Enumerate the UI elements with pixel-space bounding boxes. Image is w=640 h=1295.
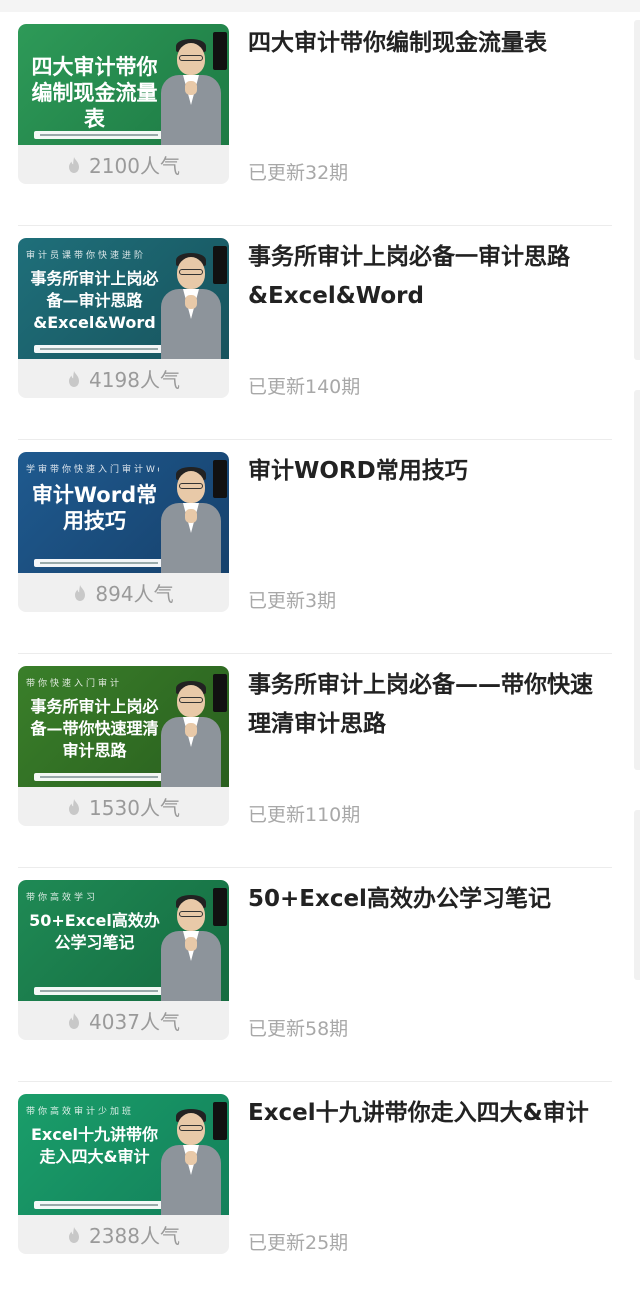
- course-thumbnail: 四大审计带你编制现金流量表: [18, 24, 229, 145]
- popularity-row: 2388人气: [18, 1215, 229, 1254]
- popularity-count: 4037人气: [89, 1010, 180, 1034]
- thumbnail-title: 事务所审计上岗必备—带你快速理清审计思路: [30, 697, 159, 760]
- update-status: 已更新140期: [248, 376, 361, 398]
- instructor-badge: [213, 32, 227, 70]
- popularity-count: 894人气: [95, 582, 174, 606]
- course-card[interactable]: 四大审计带你编制现金流量表 2100人气 四大审计带你编制现金流量表 已更新32…: [18, 12, 612, 226]
- course-cover[interactable]: 审计员课带你快速进阶 事务所审计上岗必备—审计思路&Excel&Word 419…: [18, 238, 229, 398]
- course-thumbnail: 带你高效审计少加班 Excel十九讲带你走入四大&审计: [18, 1094, 229, 1215]
- instructor-badge: [213, 674, 227, 712]
- course-thumbnail: 带你高效学习 50+Excel高效办公学习笔记: [18, 880, 229, 1001]
- thumbnail-title: Excel十九讲带你走入四大&审计: [30, 1125, 159, 1166]
- popularity-row: 4198人气: [18, 359, 229, 398]
- flame-icon: [69, 798, 80, 815]
- course-cover[interactable]: 学审带你快速入门审计Word 审计Word常用技巧 894人气: [18, 452, 229, 612]
- update-status: 已更新32期: [248, 162, 349, 184]
- thumbnail-tagline: 带你高效审计少加班: [26, 1107, 135, 1117]
- popularity-row: 2100人气: [18, 145, 229, 184]
- update-status: 已更新110期: [248, 804, 361, 826]
- thumbnail-tagline: 学审带你快速入门审计Word: [26, 465, 159, 475]
- flame-icon: [69, 1012, 80, 1029]
- thumbnail-footer-strip: [34, 987, 164, 995]
- flame-icon: [69, 370, 80, 387]
- thumbnail-title: 事务所审计上岗必备—审计思路&Excel&Word: [30, 269, 159, 332]
- top-status-strip: [0, 0, 640, 12]
- course-cover[interactable]: 四大审计带你编制现金流量表 2100人气: [18, 24, 229, 184]
- instructor-badge: [213, 888, 227, 926]
- course-card[interactable]: 审计员课带你快速进阶 事务所审计上岗必备—审计思路&Excel&Word 419…: [18, 226, 612, 440]
- flame-icon: [69, 1226, 80, 1243]
- instructor-badge: [213, 460, 227, 498]
- popularity-count: 2388人气: [89, 1224, 180, 1248]
- instructor-badge: [213, 246, 227, 284]
- course-title[interactable]: 50+Excel高效办公学习笔记: [248, 880, 612, 919]
- course-card[interactable]: 学审带你快速入门审计Word 审计Word常用技巧 894人气: [18, 440, 612, 654]
- flame-icon: [75, 584, 86, 601]
- thumbnail-footer-strip: [34, 1201, 164, 1209]
- popularity-count: 2100人气: [89, 154, 180, 178]
- course-card[interactable]: 带你高效学习 50+Excel高效办公学习笔记 4037人气 50+Excel高…: [18, 868, 612, 1082]
- course-thumbnail: 审计员课带你快速进阶 事务所审计上岗必备—审计思路&Excel&Word: [18, 238, 229, 359]
- thumbnail-footer-strip: [34, 773, 164, 781]
- thumbnail-footer-strip: [34, 345, 164, 353]
- course-title[interactable]: 事务所审计上岗必备一审计思路&Excel&Word: [248, 238, 612, 316]
- popularity-row: 894人气: [18, 573, 229, 612]
- course-title[interactable]: 事务所审计上岗必备——带你快速理清审计思路: [248, 666, 612, 744]
- course-thumbnail: 带你快速入门审计 事务所审计上岗必备—带你快速理清审计思路: [18, 666, 229, 787]
- course-cover[interactable]: 带你高效审计少加班 Excel十九讲带你走入四大&审计 2388人气: [18, 1094, 229, 1254]
- thumbnail-tagline: 审计员课带你快速进阶: [26, 251, 147, 261]
- course-list: 四大审计带你编制现金流量表 2100人气 四大审计带你编制现金流量表 已更新32…: [0, 12, 640, 1295]
- thumbnail-title: 审计Word常用技巧: [31, 483, 158, 533]
- course-card[interactable]: 带你高效审计少加班 Excel十九讲带你走入四大&审计 2388人气 Excel…: [18, 1082, 612, 1295]
- course-cover[interactable]: 带你高效学习 50+Excel高效办公学习笔记 4037人气: [18, 880, 229, 1040]
- course-title[interactable]: 四大审计带你编制现金流量表: [248, 24, 612, 63]
- course-cover[interactable]: 带你快速入门审计 事务所审计上岗必备—带你快速理清审计思路 1530人气: [18, 666, 229, 826]
- update-status: 已更新25期: [248, 1232, 349, 1254]
- thumbnail-tagline: 带你快速入门审计: [26, 679, 123, 689]
- update-status: 已更新58期: [248, 1018, 349, 1040]
- thumbnail-footer-strip: [34, 559, 164, 567]
- course-title[interactable]: 审计WORD常用技巧: [248, 452, 612, 491]
- course-title[interactable]: Excel十九讲带你走入四大&审计: [248, 1094, 612, 1133]
- thumbnail-tagline: 带你高效学习: [26, 893, 99, 903]
- popularity-row: 4037人气: [18, 1001, 229, 1040]
- thumbnail-title: 50+Excel高效办公学习笔记: [29, 911, 160, 952]
- popularity-count: 4198人气: [89, 368, 180, 392]
- popularity-row: 1530人气: [18, 787, 229, 826]
- update-status: 已更新3期: [248, 590, 337, 612]
- popularity-count: 1530人气: [89, 796, 180, 820]
- course-thumbnail: 学审带你快速入门审计Word 审计Word常用技巧: [18, 452, 229, 573]
- course-card[interactable]: 带你快速入门审计 事务所审计上岗必备—带你快速理清审计思路 1530人气 事务所…: [18, 654, 612, 868]
- thumbnail-title: 四大审计带你编制现金流量表: [31, 55, 158, 131]
- thumbnail-footer-strip: [34, 131, 164, 139]
- flame-icon: [69, 156, 80, 173]
- instructor-badge: [213, 1102, 227, 1140]
